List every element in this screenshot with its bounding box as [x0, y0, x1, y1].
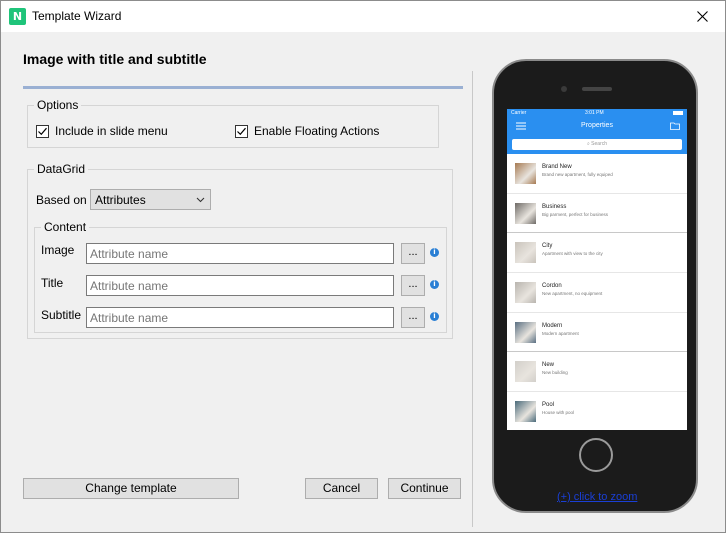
list-item-subtitle: House with pool: [542, 410, 575, 416]
title-bar: N Template Wizard: [1, 1, 725, 32]
preview-search-box: ⌕ Search: [512, 139, 682, 150]
checkbox-box[interactable]: [235, 124, 248, 138]
image-field-label: Image: [41, 243, 75, 257]
checkmark-icon: [38, 127, 47, 135]
app-bar: Properties: [507, 117, 687, 136]
continue-button[interactable]: Continue: [388, 478, 461, 499]
property-thumbnail: [515, 242, 536, 264]
list-item-title: Brand New: [542, 164, 572, 170]
list-item: Cordon New apartment, no equipment: [507, 273, 687, 313]
status-time: 3:01 PM: [585, 110, 604, 116]
include-slide-menu-label: Include in slide menu: [55, 124, 168, 138]
list-item-title: Cordon: [542, 283, 562, 290]
based-on-value: Attributes: [95, 192, 146, 207]
folder-icon: [670, 122, 680, 130]
page-title: Image with title and subtitle: [23, 51, 207, 67]
app-logo-icon: N: [9, 8, 26, 25]
info-icon[interactable]: i: [430, 312, 439, 321]
list-item-title: Pool: [542, 402, 555, 409]
checkbox-box[interactable]: [36, 124, 49, 138]
property-thumbnail: [515, 163, 536, 184]
list-item-title: City: [542, 243, 553, 250]
subtitle-browse-button[interactable]: ...: [401, 307, 425, 328]
search-area: ⌕ Search: [507, 136, 687, 154]
list-item-title: Modern: [542, 322, 563, 329]
panel-divider: [472, 71, 473, 527]
battery-icon: [673, 111, 683, 115]
list-item-subtitle: New apartment, no equipment: [542, 291, 603, 297]
title-attribute-input[interactable]: [86, 275, 394, 296]
list-item: City Apartment with view to the city: [507, 233, 687, 274]
content-legend: Content: [41, 220, 90, 234]
property-thumbnail: [515, 361, 536, 383]
based-on-select[interactable]: Attributes: [90, 189, 211, 210]
heading-underline: [23, 86, 463, 89]
list-item-subtitle: Apartment with view to the city: [542, 251, 603, 257]
close-button[interactable]: [679, 1, 725, 32]
camera-icon: [561, 86, 567, 92]
list-item-subtitle: Big parment, perfect for business: [542, 211, 609, 217]
status-carrier: Carrier: [511, 110, 527, 116]
title-field-label: Title: [41, 276, 64, 290]
template-wizard-window: N Template Wizard Image with title and s…: [0, 0, 726, 533]
info-icon[interactable]: i: [430, 280, 439, 289]
phone-screen: Carrier 3:01 PM Properties ⌕ Search Bran…: [507, 109, 687, 430]
change-template-button[interactable]: Change template: [23, 478, 239, 499]
home-button: [579, 438, 613, 472]
subtitle-field-label: Subtitle: [41, 308, 82, 322]
image-browse-button[interactable]: ...: [401, 243, 425, 264]
status-bar: Carrier 3:01 PM: [507, 109, 687, 117]
datagrid-legend: DataGrid: [34, 162, 89, 176]
zoom-link[interactable]: (+) click to zoom: [557, 491, 637, 503]
search-placeholder: Search: [591, 141, 608, 147]
chevron-down-icon: [196, 197, 205, 203]
list-item-subtitle: Modern apartment: [542, 330, 579, 336]
property-thumbnail: [515, 282, 536, 304]
options-legend: Options: [34, 98, 82, 112]
checkmark-icon: [237, 127, 246, 135]
property-thumbnail: [515, 202, 536, 224]
list-item: New New building: [507, 352, 687, 393]
property-thumbnail: [515, 401, 536, 423]
based-on-label: Based on: [36, 193, 87, 207]
property-list: Brand New Brand new apartment, fully equi…: [507, 154, 687, 430]
list-item: Brand New Brand new apartment, fully equi…: [507, 154, 687, 194]
list-item-title: New: [542, 362, 555, 369]
app-title: Properties: [581, 122, 613, 129]
list-item-subtitle: Brand new apartment, fully equiped: [542, 172, 613, 177]
list-item: Business Big parment, perfect for busines…: [507, 194, 687, 234]
floating-actions-checkbox[interactable]: Enable Floating Actions: [235, 124, 379, 138]
cancel-button[interactable]: Cancel: [305, 478, 378, 499]
property-thumbnail: [515, 321, 536, 343]
wizard-content: Image with title and subtitle Options In…: [1, 32, 725, 532]
speaker-icon: [582, 87, 612, 91]
image-attribute-input[interactable]: [86, 243, 394, 264]
title-browse-button[interactable]: ...: [401, 275, 425, 296]
phone-preview: Carrier 3:01 PM Properties ⌕ Search Bran…: [492, 59, 698, 513]
floating-actions-label: Enable Floating Actions: [254, 124, 380, 138]
list-item-title: Business: [542, 203, 567, 210]
list-item-subtitle: New building: [542, 370, 568, 376]
close-icon: [696, 11, 708, 22]
subtitle-attribute-input[interactable]: [86, 307, 394, 328]
include-slide-menu-checkbox[interactable]: Include in slide menu: [36, 124, 168, 138]
info-icon[interactable]: i: [430, 248, 439, 257]
list-item: Pool House with pool: [507, 392, 687, 430]
list-item: Modern Modern apartment: [507, 313, 687, 353]
window-title: Template Wizard: [32, 9, 122, 23]
